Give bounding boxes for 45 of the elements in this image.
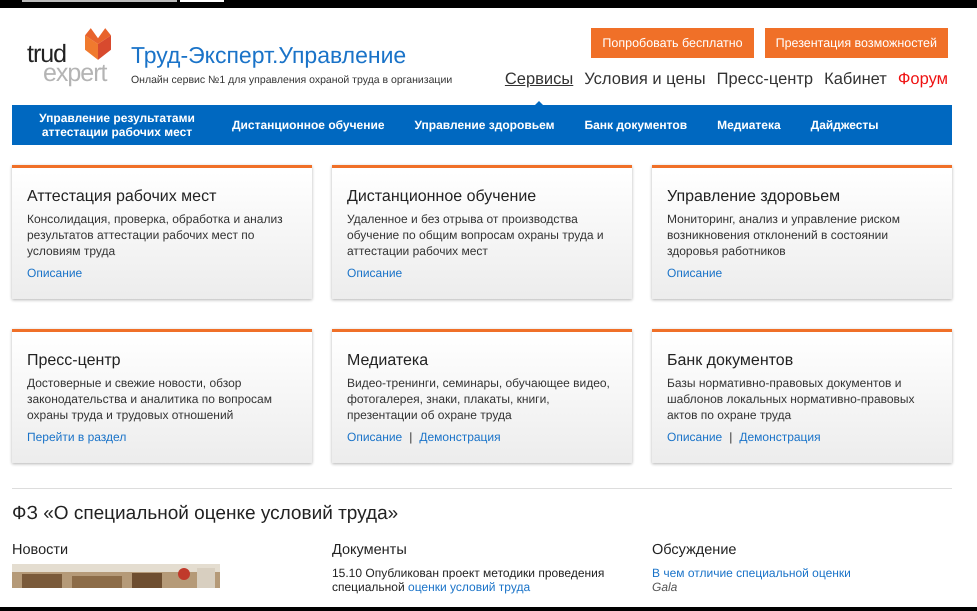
card-description: Консолидация, проверка, обработка и анализ результатов аттестации рабочих мест по условиям труда (27, 211, 284, 259)
author-name: Gala (652, 580, 678, 594)
card-description: Видео-тренинги, семинары, обучающее видео, фотогалерея, знаки, плакаты, книги, презентации об охране труда (347, 375, 611, 423)
card-link[interactable]: Демонстрация (739, 430, 821, 444)
cta-button[interactable]: Попробовать бесплатно (591, 28, 754, 58)
nav-link[interactable]: Дайджесты (810, 118, 879, 132)
card-title: Банк документов (667, 352, 794, 370)
column-heading: Обсуждение (652, 542, 738, 558)
separator-text: | (409, 430, 412, 444)
document-item: 15.10 Опубликован проект методики проведения специальной оценки условий труда (332, 566, 606, 594)
card-title: Медиатека (347, 352, 430, 370)
card-link[interactable]: Описание (667, 266, 722, 280)
menu-link[interactable]: Форум (898, 70, 948, 89)
column-heading: Новости (12, 542, 70, 558)
section-title: ФЗ «О специальной оценке условий труда» (12, 503, 400, 525)
nav-link[interactable]: Банк документов (584, 118, 688, 132)
card-description: Мониторинг, анализ и управление риском возникновения отклонений в состоянии здоровья работников (667, 211, 901, 259)
card-link[interactable]: Описание (27, 266, 82, 280)
card-title: Управление здоровьем (667, 188, 842, 206)
card-link[interactable]: Описание (667, 430, 722, 444)
nav-link[interactable]: Дистанционное обучение (232, 118, 385, 132)
site-subtitle: Онлайн сервис №1 для управления охраной труда в организации (131, 74, 452, 86)
menu-link[interactable]: Кабинет (824, 70, 887, 89)
nav-link[interactable]: Управление здоровьем (414, 118, 554, 132)
menu-link[interactable]: Условия и цены (584, 70, 706, 89)
card-link[interactable]: Перейти в раздел (27, 430, 126, 444)
nav-link[interactable]: Медиатека (717, 118, 781, 132)
card-title: Дистанционное обучение (347, 188, 538, 206)
card-link[interactable]: Демонстрация (419, 430, 501, 444)
card-description: Достоверные и свежие новости, обзор законодательства и аналитика по вопросам охраны труда и трудовых отношений (27, 375, 273, 423)
card-description: Удаленное и без отрыва от производства обучение по общим вопросам охраны труда и аттестации рабочих мест (347, 211, 605, 259)
column-heading: Документы (332, 542, 408, 558)
card-description: Базы нормативно-правовых документов и шаблонов локальных нормативно-правовых актов по охране труда (667, 375, 916, 423)
card-link[interactable]: Описание (347, 430, 402, 444)
card-title: Пресс-центр (27, 352, 122, 370)
site-title: Труд-Эксперт.Управление (131, 42, 408, 69)
nav-link[interactable]: Управление результатами аттестации рабочих мест (32, 111, 202, 139)
card-title: Аттестация рабочих мест (27, 188, 218, 206)
cta-button[interactable]: Презентация возможностей (764, 28, 948, 58)
document-link[interactable]: оценки условий труда (408, 580, 530, 594)
logo[interactable]: trud expert (27, 28, 123, 88)
card-link[interactable]: Описание (347, 266, 402, 280)
separator-text: | (729, 430, 732, 444)
menu-link[interactable]: Пресс-центр (716, 70, 814, 89)
discussion-link[interactable]: В чем отличие специальной оценки (652, 566, 952, 580)
